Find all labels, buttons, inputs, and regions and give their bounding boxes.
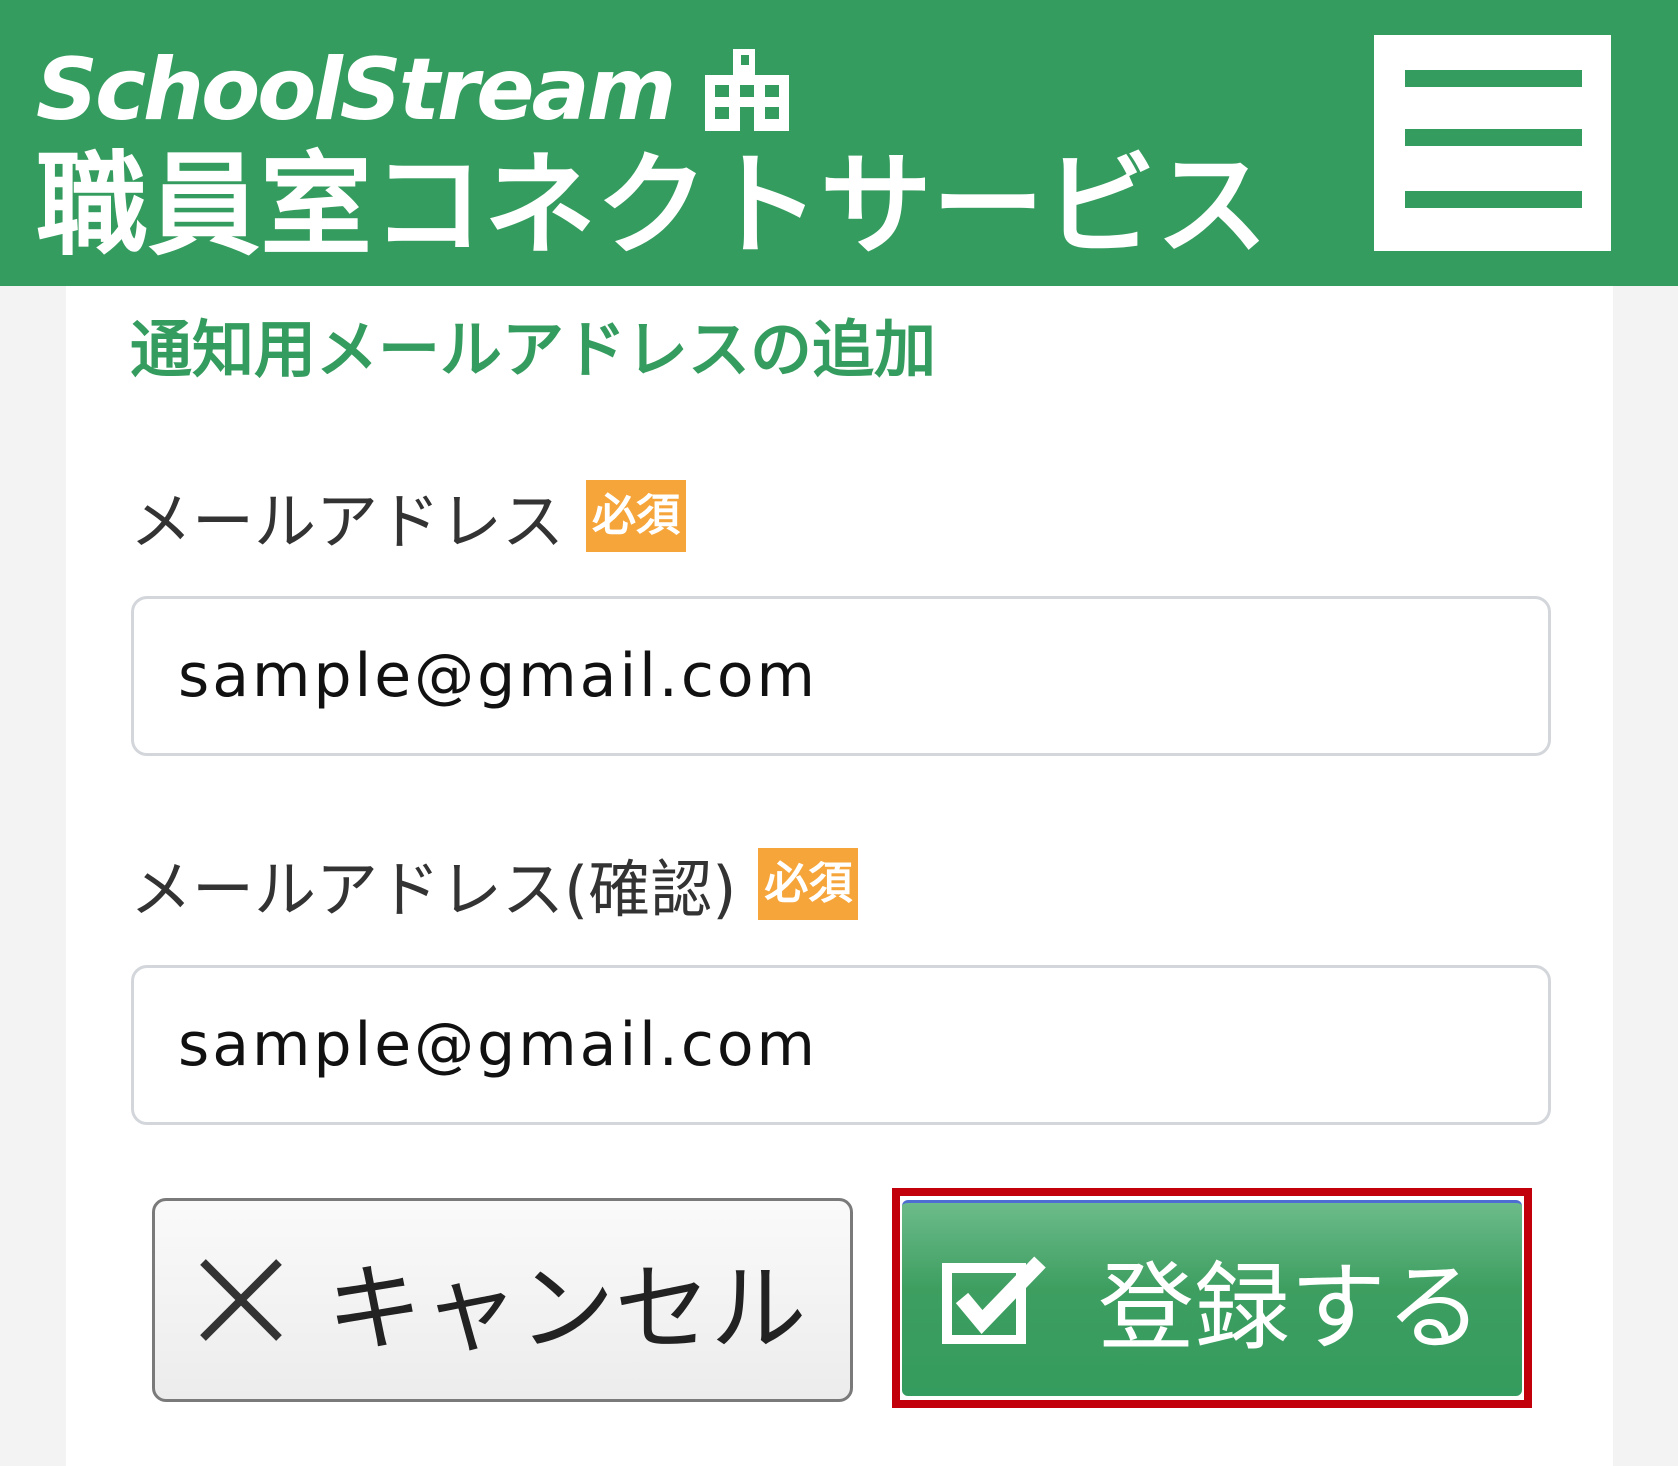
school-building-icon <box>705 49 790 131</box>
checkbox-check-icon <box>942 1255 1046 1344</box>
hamburger-menu-button[interactable] <box>1374 35 1611 251</box>
email-confirm-input[interactable] <box>131 965 1551 1125</box>
register-button-label: 登録する <box>1098 1252 1482 1364</box>
brand-name: SchoolStream <box>36 40 676 140</box>
form-panel: 通知用メールアドレスの追加 メールアドレス 必須 メールアドレス(確認) 必須 … <box>66 286 1613 1466</box>
required-badge: 必須 <box>586 480 687 552</box>
email-input[interactable] <box>131 596 1551 756</box>
required-badge: 必須 <box>758 848 859 920</box>
cancel-button[interactable]: キャンセル <box>152 1198 853 1402</box>
email-label-text: メールアドレス <box>130 485 565 558</box>
app-header: SchoolStream 職員室コネクトサービス <box>0 0 1678 286</box>
email-confirm-label-text: メールアドレス(確認) <box>130 853 737 926</box>
email-confirm-label: メールアドレス(確認) 必須 <box>130 844 859 926</box>
register-button[interactable]: 登録する <box>902 1200 1522 1396</box>
page-title: 通知用メールアドレスの追加 <box>130 313 937 386</box>
brand-logo[interactable]: SchoolStream 職員室コネクトサービス <box>36 40 1268 268</box>
cancel-button-label: キャンセル <box>326 1252 807 1365</box>
email-label: メールアドレス 必須 <box>130 476 687 558</box>
close-x-icon <box>199 1259 282 1341</box>
service-name: 職員室コネクトサービス <box>36 141 1268 271</box>
